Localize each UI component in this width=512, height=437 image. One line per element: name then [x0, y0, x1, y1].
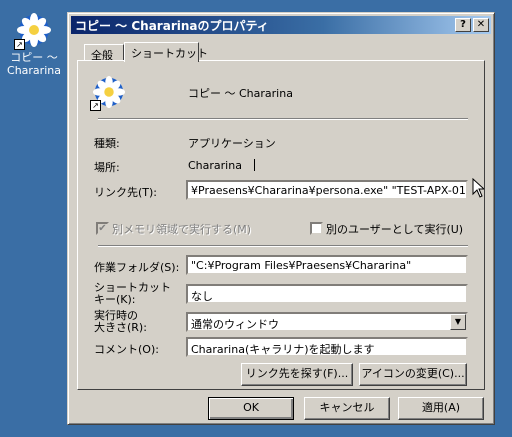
change-icon-button[interactable]: アイコンの変更(C)...	[359, 363, 467, 386]
desktop-icon-label: コピー ～ Chararina	[7, 51, 61, 77]
comment-field[interactable]: Chararina(キャラリナ)を起動します	[186, 337, 468, 357]
shortcut-name: コピー ～ Chararina	[188, 87, 293, 100]
separator	[98, 245, 468, 247]
separate-memory-label: 別メモリ領域で実行する(M)	[112, 223, 252, 236]
ok-button[interactable]: OK	[208, 397, 294, 420]
apply-button[interactable]: 適用(A)	[398, 397, 484, 420]
type-label: 種類:	[94, 137, 120, 150]
title-bar[interactable]: コピー ～ Chararinaのプロパティ ? ✕	[71, 16, 491, 34]
cancel-button[interactable]: キャンセル	[304, 397, 390, 420]
help-button[interactable]: ?	[455, 18, 471, 32]
hotkey-field[interactable]: なし	[186, 284, 468, 304]
location-label: 場所:	[94, 161, 120, 174]
run-size-value: 通常のウィンドウ	[191, 318, 279, 331]
run-size-label: 実行時の 大きさ(R):	[94, 309, 147, 334]
comment-label: コメント(O):	[94, 343, 159, 356]
tab-shortcut[interactable]: ショートカット	[124, 42, 208, 62]
run-size-select[interactable]: 通常のウィンドウ ▼	[186, 312, 468, 332]
mouse-pointer-icon	[472, 178, 484, 198]
text-cursor	[254, 159, 255, 171]
tab-general[interactable]: 全般	[84, 44, 124, 62]
close-button[interactable]: ✕	[473, 18, 489, 32]
window-title: コピー ～ Chararinaのプロパティ	[75, 18, 269, 33]
desktop-shortcut-icon[interactable]: ↗ コピー ～ Chararina	[4, 12, 64, 77]
run-as-other-label: 別のユーザーとして実行(U)	[326, 223, 464, 236]
flower-icon: ↗	[14, 12, 52, 50]
separate-memory-checkbox[interactable]: ✔	[96, 222, 109, 235]
shortcut-panel: ↗ コピー ～ Chararina 種類: アプリケーション 場所: Chara…	[77, 60, 485, 390]
target-label: リンク先(T):	[94, 186, 158, 199]
run-as-other-checkbox[interactable]	[310, 222, 323, 235]
type-value: アプリケーション	[188, 137, 276, 150]
find-target-button[interactable]: リンク先を探す(F)...	[241, 363, 353, 386]
workdir-field[interactable]: "C:¥Program Files¥Praesens¥Chararina"	[186, 255, 468, 275]
shortcut-arrow-icon: ↗	[90, 100, 101, 111]
target-field[interactable]: ¥Praesens¥Chararina¥persona.exe" "TEST-A…	[186, 180, 468, 200]
shortcut-arrow-icon: ↗	[14, 39, 25, 50]
chevron-down-icon[interactable]: ▼	[450, 314, 466, 330]
location-value: Chararina	[188, 159, 242, 172]
workdir-label: 作業フォルダ(S):	[94, 261, 180, 274]
hotkey-label: ショートカット キー(K):	[94, 281, 171, 306]
separator	[98, 118, 468, 120]
properties-dialog: コピー ～ Chararinaのプロパティ ? ✕ 全般 ショートカット ↗ コ…	[67, 12, 495, 425]
flower-icon: ↗	[90, 75, 126, 111]
